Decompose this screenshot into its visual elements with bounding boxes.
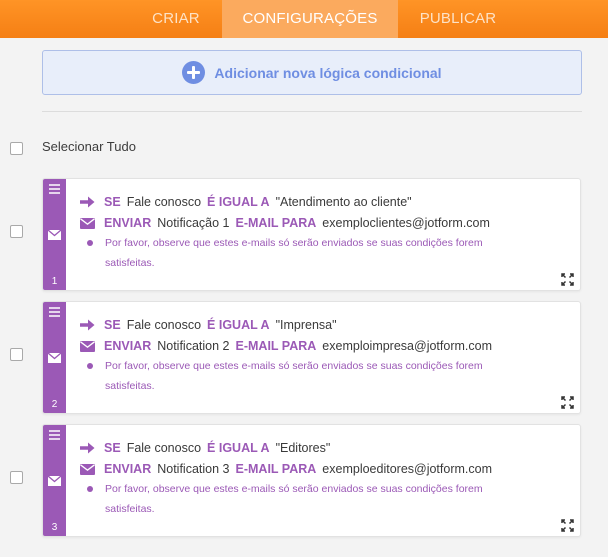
condition-line: SE Fale conosco É IGUAL A "Imprensa"	[80, 316, 343, 334]
rule-card: 2 SE Fale conosco É IGUAL A "Imprensa" E…	[42, 301, 581, 414]
tab-configuracoes[interactable]: CONFIGURAÇÕES	[222, 0, 398, 38]
select-all-label: Selecionar Tudo	[42, 139, 136, 154]
envelope-icon	[48, 476, 61, 486]
notification-name: Notificação 1	[157, 216, 230, 230]
send-keyword: ENVIAR	[104, 339, 152, 353]
notification-name: Notification 2	[157, 339, 230, 353]
if-keyword: SE	[104, 441, 121, 455]
condition-value: "Atendimento ao cliente"	[275, 195, 412, 209]
envelope-icon	[80, 463, 96, 475]
action-line: ENVIAR Notification 2 E-MAIL PARA exempl…	[80, 337, 498, 355]
operator-keyword: É IGUAL A	[207, 441, 270, 455]
action-line: ENVIAR Notification 3 E-MAIL PARA exempl…	[80, 460, 498, 478]
action-line: ENVIAR Notificação 1 E-MAIL PARA exemplo…	[80, 214, 496, 232]
email-to-keyword: E-MAIL PARA	[235, 462, 317, 476]
condition-line: SE Fale conosco É IGUAL A "Editores"	[80, 439, 336, 457]
plus-circle-icon	[182, 61, 206, 84]
notification-name: Notification 3	[157, 462, 230, 476]
if-keyword: SE	[104, 318, 121, 332]
condition-field: Fale conosco	[126, 195, 202, 209]
recipient-email: exemploclientes@jotform.com	[322, 216, 490, 230]
envelope-icon	[48, 230, 61, 240]
expand-icon[interactable]	[561, 396, 574, 409]
rule-checkbox[interactable]	[10, 348, 23, 361]
note-line-2: satisfeitas.	[105, 380, 155, 392]
if-keyword: SE	[104, 195, 121, 209]
note-bullet	[87, 363, 93, 369]
drag-handle-icon[interactable]	[49, 430, 60, 440]
envelope-icon	[48, 353, 61, 363]
rule-side-strip: 1	[43, 179, 66, 290]
operator-keyword: É IGUAL A	[207, 195, 270, 209]
note-bullet	[87, 486, 93, 492]
send-keyword: ENVIAR	[104, 462, 152, 476]
rule-card: 3 SE Fale conosco É IGUAL A "Editores" E…	[42, 424, 581, 537]
note-line-2: satisfeitas.	[105, 257, 155, 269]
condition-field: Fale conosco	[126, 318, 202, 332]
condition-line: SE Fale conosco É IGUAL A "Atendimento a…	[80, 193, 418, 211]
arrow-right-icon	[80, 319, 96, 331]
email-to-keyword: E-MAIL PARA	[235, 216, 317, 230]
expand-icon[interactable]	[561, 273, 574, 286]
note-line-2: satisfeitas.	[105, 503, 155, 515]
rule-side-strip: 2	[43, 302, 66, 413]
add-conditional-logic-label: Adicionar nova lógica condicional	[214, 64, 442, 81]
envelope-icon	[80, 217, 96, 229]
rule-number: 1	[51, 276, 58, 287]
condition-value: "Imprensa"	[275, 318, 337, 332]
top-nav-bar: CRIAR CONFIGURAÇÕES PUBLICAR	[0, 0, 608, 38]
note-line-1: Por favor, observe que estes e-mails só …	[105, 237, 483, 249]
note-bullet	[87, 240, 93, 246]
add-conditional-logic-button[interactable]: Adicionar nova lógica condicional	[42, 50, 582, 95]
note-line-1: Por favor, observe que estes e-mails só …	[105, 360, 483, 372]
drag-handle-icon[interactable]	[49, 307, 60, 317]
arrow-right-icon	[80, 196, 96, 208]
drag-handle-icon[interactable]	[49, 184, 60, 194]
divider	[42, 111, 582, 112]
note-line-1: Por favor, observe que estes e-mails só …	[105, 483, 483, 495]
expand-icon[interactable]	[561, 519, 574, 532]
condition-field: Fale conosco	[126, 441, 202, 455]
email-to-keyword: E-MAIL PARA	[235, 339, 317, 353]
rule-side-strip: 3	[43, 425, 66, 536]
rule-number: 2	[51, 399, 58, 410]
envelope-icon	[80, 340, 96, 352]
condition-value: "Editores"	[275, 441, 331, 455]
tab-criar[interactable]: CRIAR	[130, 0, 222, 38]
tab-publicar[interactable]: PUBLICAR	[398, 0, 518, 38]
rule-number: 3	[51, 522, 58, 533]
arrow-right-icon	[80, 442, 96, 454]
rule-checkbox[interactable]	[10, 471, 23, 484]
recipient-email: exemploimpresa@jotform.com	[322, 339, 492, 353]
recipient-email: exemploeditores@jotform.com	[322, 462, 492, 476]
rule-card: 1 SE Fale conosco É IGUAL A "Atendimento…	[42, 178, 581, 291]
send-keyword: ENVIAR	[104, 216, 152, 230]
select-all-checkbox[interactable]	[10, 142, 23, 155]
operator-keyword: É IGUAL A	[207, 318, 270, 332]
rule-checkbox[interactable]	[10, 225, 23, 238]
